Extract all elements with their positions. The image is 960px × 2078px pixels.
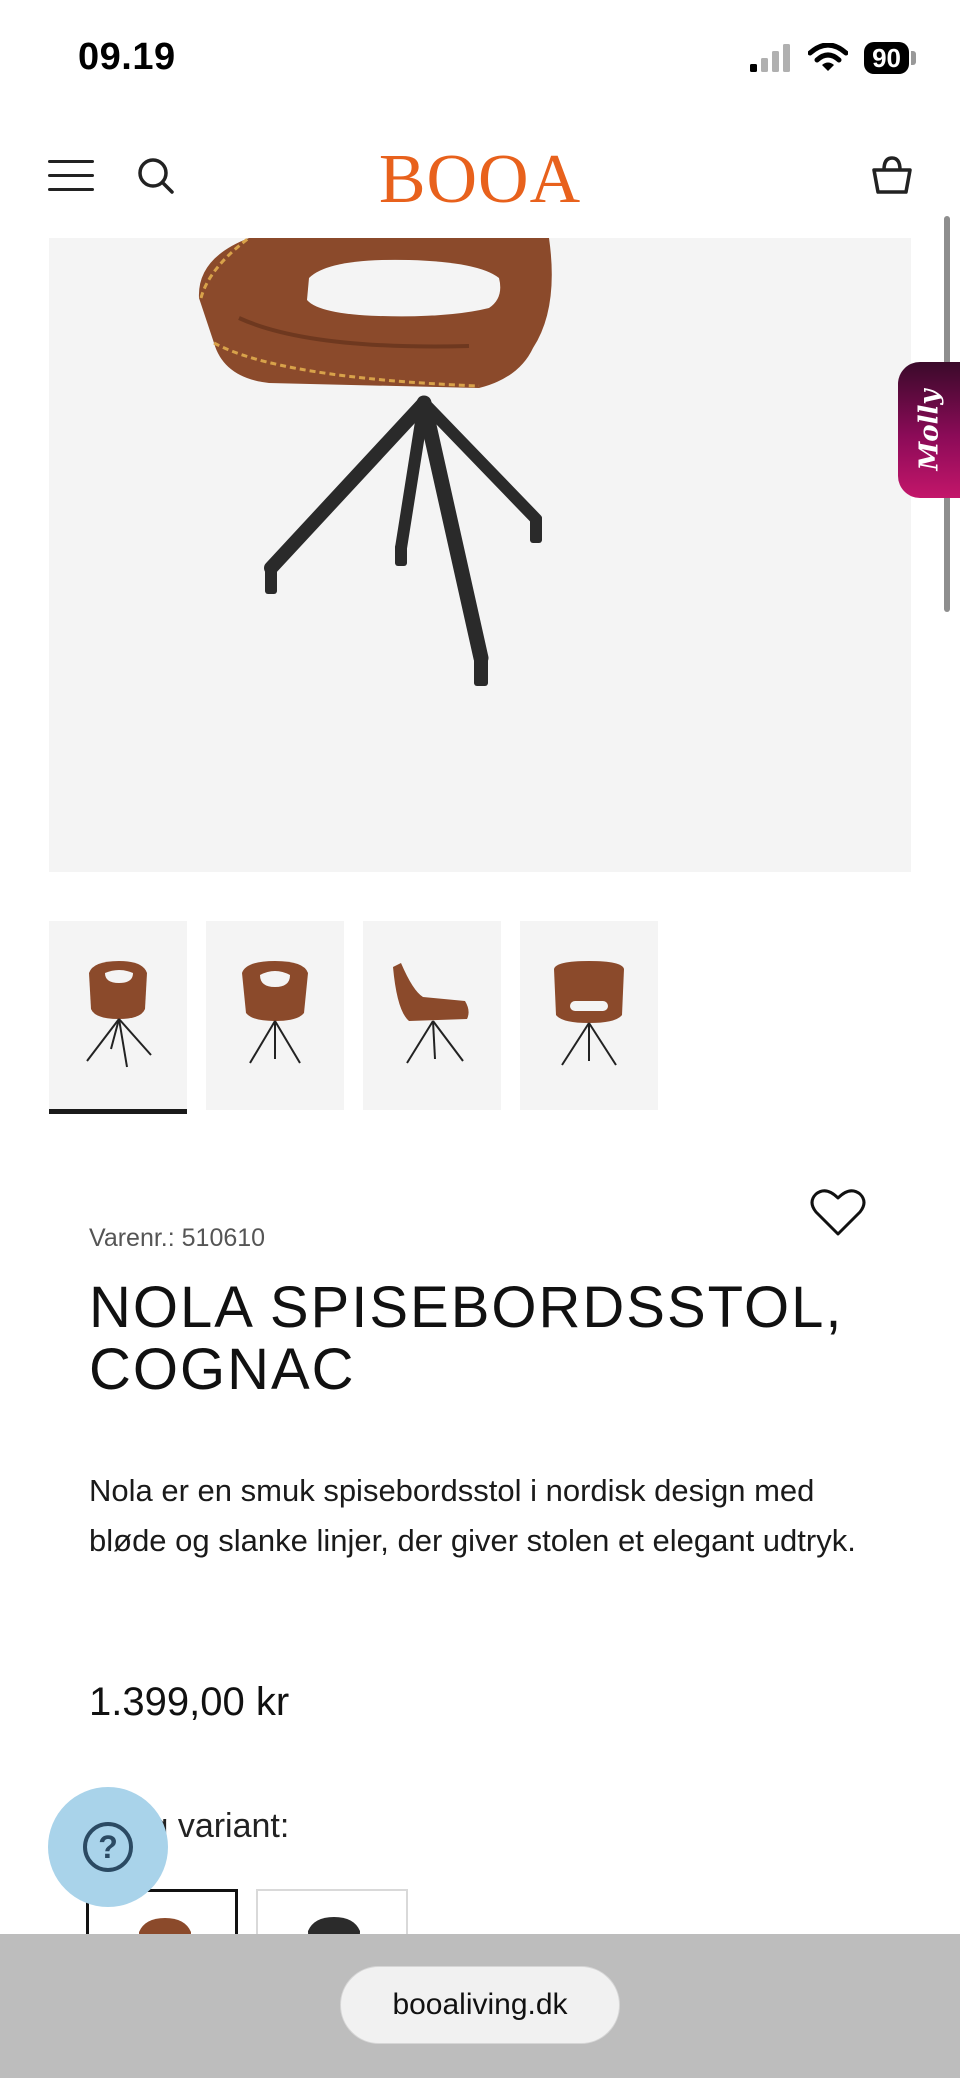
status-icons: 90 bbox=[750, 42, 916, 74]
heart-icon[interactable] bbox=[810, 1188, 866, 1238]
question-icon: ? bbox=[83, 1822, 133, 1872]
battery-level: 90 bbox=[864, 42, 909, 74]
chair-thumbnail bbox=[393, 963, 469, 1064]
battery-icon: 90 bbox=[864, 42, 916, 74]
thumbnail-back[interactable] bbox=[520, 921, 658, 1110]
molly-chat-tab[interactable]: Molly bbox=[898, 362, 960, 498]
signal-icon bbox=[750, 44, 791, 72]
product-main-image[interactable] bbox=[49, 238, 911, 872]
product-sku: Varenr.: 510610 bbox=[89, 1224, 266, 1252]
product-price: 1.399,00 kr bbox=[89, 1680, 290, 1724]
url-bar[interactable]: booaliving.dk bbox=[340, 1966, 620, 2044]
chair-image bbox=[198, 238, 552, 686]
chair-thumbnail bbox=[86, 961, 152, 1068]
product-description: Nola er en smuk spisebordsstol i nordisk… bbox=[89, 1473, 856, 1558]
thumbnail-front[interactable] bbox=[206, 921, 344, 1110]
wifi-icon bbox=[808, 43, 849, 71]
help-button[interactable]: ? bbox=[48, 1787, 168, 1907]
product-title: NOLA SPISEBORDSSTOL, COGNAC bbox=[89, 1275, 844, 1402]
thumbnail-strip bbox=[49, 921, 658, 1114]
site-header: BOOA bbox=[0, 120, 960, 238]
brand-logo[interactable]: BOOA bbox=[0, 140, 960, 220]
molly-label: Molly bbox=[914, 389, 945, 471]
chair-thumbnail bbox=[242, 961, 308, 1064]
chair-thumbnail bbox=[554, 961, 624, 1066]
status-time: 09.19 bbox=[78, 36, 176, 78]
cart-icon[interactable] bbox=[870, 154, 914, 198]
browser-bottom-bar: booaliving.dk bbox=[0, 1934, 960, 2078]
status-bar: 09.19 90 bbox=[0, 0, 960, 120]
thumbnail-side[interactable] bbox=[363, 921, 501, 1110]
thumbnail-front-angle[interactable] bbox=[49, 921, 187, 1114]
